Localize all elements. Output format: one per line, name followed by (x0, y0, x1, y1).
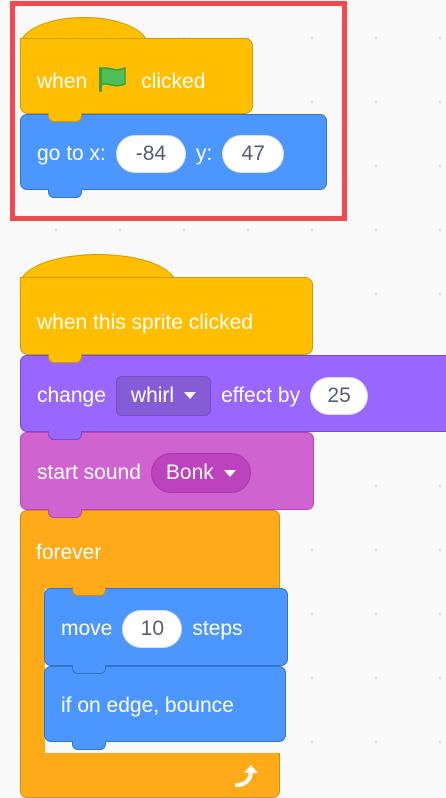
dropdown-caret-icon (223, 469, 236, 477)
when-flag-clicked-block[interactable]: when clicked (20, 38, 253, 114)
when-label: when (37, 70, 88, 93)
when-sprite-clicked-label: when this sprite clicked (37, 311, 253, 334)
steps-input[interactable]: 10 (122, 610, 183, 648)
block-notch (48, 113, 82, 122)
block-notch (48, 189, 82, 198)
y-input[interactable]: 47 (222, 135, 285, 173)
x-input[interactable]: -84 (115, 135, 186, 173)
bounce-block[interactable]: if on edge, bounce (44, 666, 286, 742)
sound-dropdown[interactable]: Bonk (150, 453, 251, 493)
effect-dropdown-value: whirl (130, 383, 175, 407)
effect-dropdown[interactable]: whirl (115, 375, 212, 416)
steps-label: steps (192, 617, 243, 640)
sound-dropdown-value: Bonk (165, 461, 214, 484)
clicked-label: clicked (141, 70, 206, 93)
effect-by-label: effect by (221, 383, 301, 407)
block-notch (48, 509, 82, 518)
block-notch (48, 431, 82, 440)
change-label: change (37, 383, 106, 407)
block-notch (72, 587, 106, 596)
go-to-xy-block[interactable]: go to x: -84 y: 47 (20, 114, 327, 190)
go-to-x-label: go to x: (37, 142, 106, 165)
y-label: y: (195, 142, 213, 165)
when-sprite-clicked-block[interactable]: when this sprite clicked (20, 277, 313, 355)
start-sound-label: start sound (37, 461, 141, 484)
bounce-label: if on edge, bounce (61, 694, 234, 717)
move-steps-block[interactable]: move 10 steps (44, 588, 288, 666)
block-notch (72, 665, 106, 674)
green-flag-icon (97, 65, 131, 99)
block-notch (72, 741, 106, 750)
loop-arrow-icon (231, 763, 261, 794)
block-notch (48, 354, 82, 363)
start-sound-block[interactable]: start sound Bonk (20, 432, 314, 510)
move-label: move (61, 617, 113, 640)
forever-label: forever (36, 541, 102, 564)
change-effect-block[interactable]: change whirl effect by 25 (20, 355, 446, 432)
dropdown-caret-icon (184, 392, 197, 399)
effect-amount-input[interactable]: 25 (310, 376, 369, 415)
